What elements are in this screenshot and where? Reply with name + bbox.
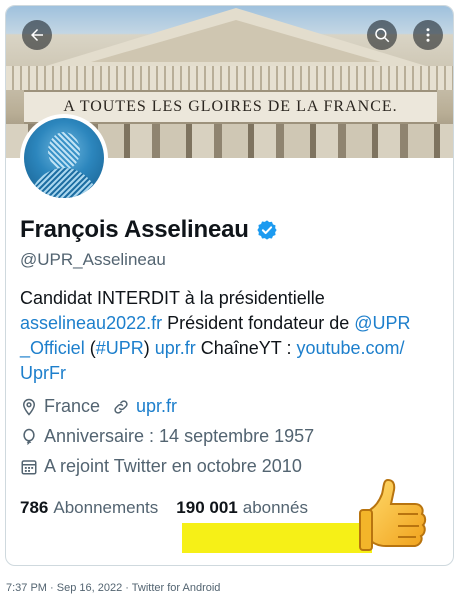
bio-mention-upr-officiel[interactable]: @UPR [354,313,410,333]
bio-text: Candidat INTERDIT à la présidentielle [20,288,325,308]
more-button[interactable] [413,20,443,50]
profile-name-row: François Asselineau [20,216,278,244]
profile-location-website-row: France upr.fr [20,396,177,417]
avatar[interactable] [20,114,108,202]
calendar-icon [21,459,37,474]
profile-location: France [44,396,101,416]
follow-stats: 786 Abonnements 190 001 abonnés [20,498,308,518]
location-pin-icon [22,398,36,416]
bio-text: Président fondateur de [162,313,355,333]
profile-joined-date: A rejoint Twitter en octobre 2010 [44,456,302,476]
profile-card: A TOUTES LES GLOIRES DE LA FRANCE. Franç… [5,5,454,566]
followers-count: 190 001 [176,498,238,517]
banner-pediment-relief [91,20,381,62]
followers-label: abonnés [242,498,308,517]
profile-bio: Candidat INTERDIT à la présidentielle as… [20,286,450,386]
avatar-image [24,118,104,198]
tweet-timestamp: 7:37 PM · Sep 16, 2022 · Twitter for And… [6,582,221,594]
bio-link-upr[interactable]: upr.fr [155,338,196,358]
banner-cornice [6,66,453,90]
balloon-icon [23,428,35,445]
followers-link[interactable]: 190 001 abonnés [176,498,308,518]
profile-handle: @UPR_Asselineau [20,250,166,269]
profile-joined-row: A rejoint Twitter en octobre 2010 [20,456,302,477]
highlight-marker [182,523,372,553]
search-icon [375,28,390,43]
follow-area-placeholder [278,164,442,208]
bio-link-youtube[interactable]: UprFr [20,363,66,383]
avatar-shoulders-shape [30,168,98,198]
bio-text: ChaîneYT : [195,338,297,358]
more-vertical-icon [426,28,430,42]
link-icon [114,399,128,414]
arrow-left-icon [31,29,43,41]
avatar-head-shape [48,132,80,170]
profile-birthday: Anniversaire : 14 septembre 1957 [44,426,315,446]
banner-inscription: A TOUTES LES GLOIRES DE LA FRANCE. [63,98,398,115]
profile-birthday-row: Anniversaire : 14 septembre 1957 [20,426,314,447]
bio-link-asselineau2022[interactable]: asselineau2022.fr [20,313,162,333]
profile-website-link[interactable]: upr.fr [136,396,177,417]
following-count: 786 [20,498,49,517]
bio-link-youtube[interactable]: youtube.com/ [296,338,404,358]
profile-name: François Asselineau [20,216,249,243]
verified-badge-icon [257,220,277,240]
bio-text: ( [84,338,96,358]
thumbs-up-icon [359,478,427,551]
following-link[interactable]: 786 Abonnements [20,498,158,518]
bio-hashtag-upr[interactable]: #UPR [96,338,144,358]
bio-mention-upr-officiel[interactable]: _Officiel [20,338,85,358]
bio-text: ) [143,338,155,358]
following-label: Abonnements [53,498,159,517]
back-button[interactable] [22,20,52,50]
search-button[interactable] [367,20,397,50]
